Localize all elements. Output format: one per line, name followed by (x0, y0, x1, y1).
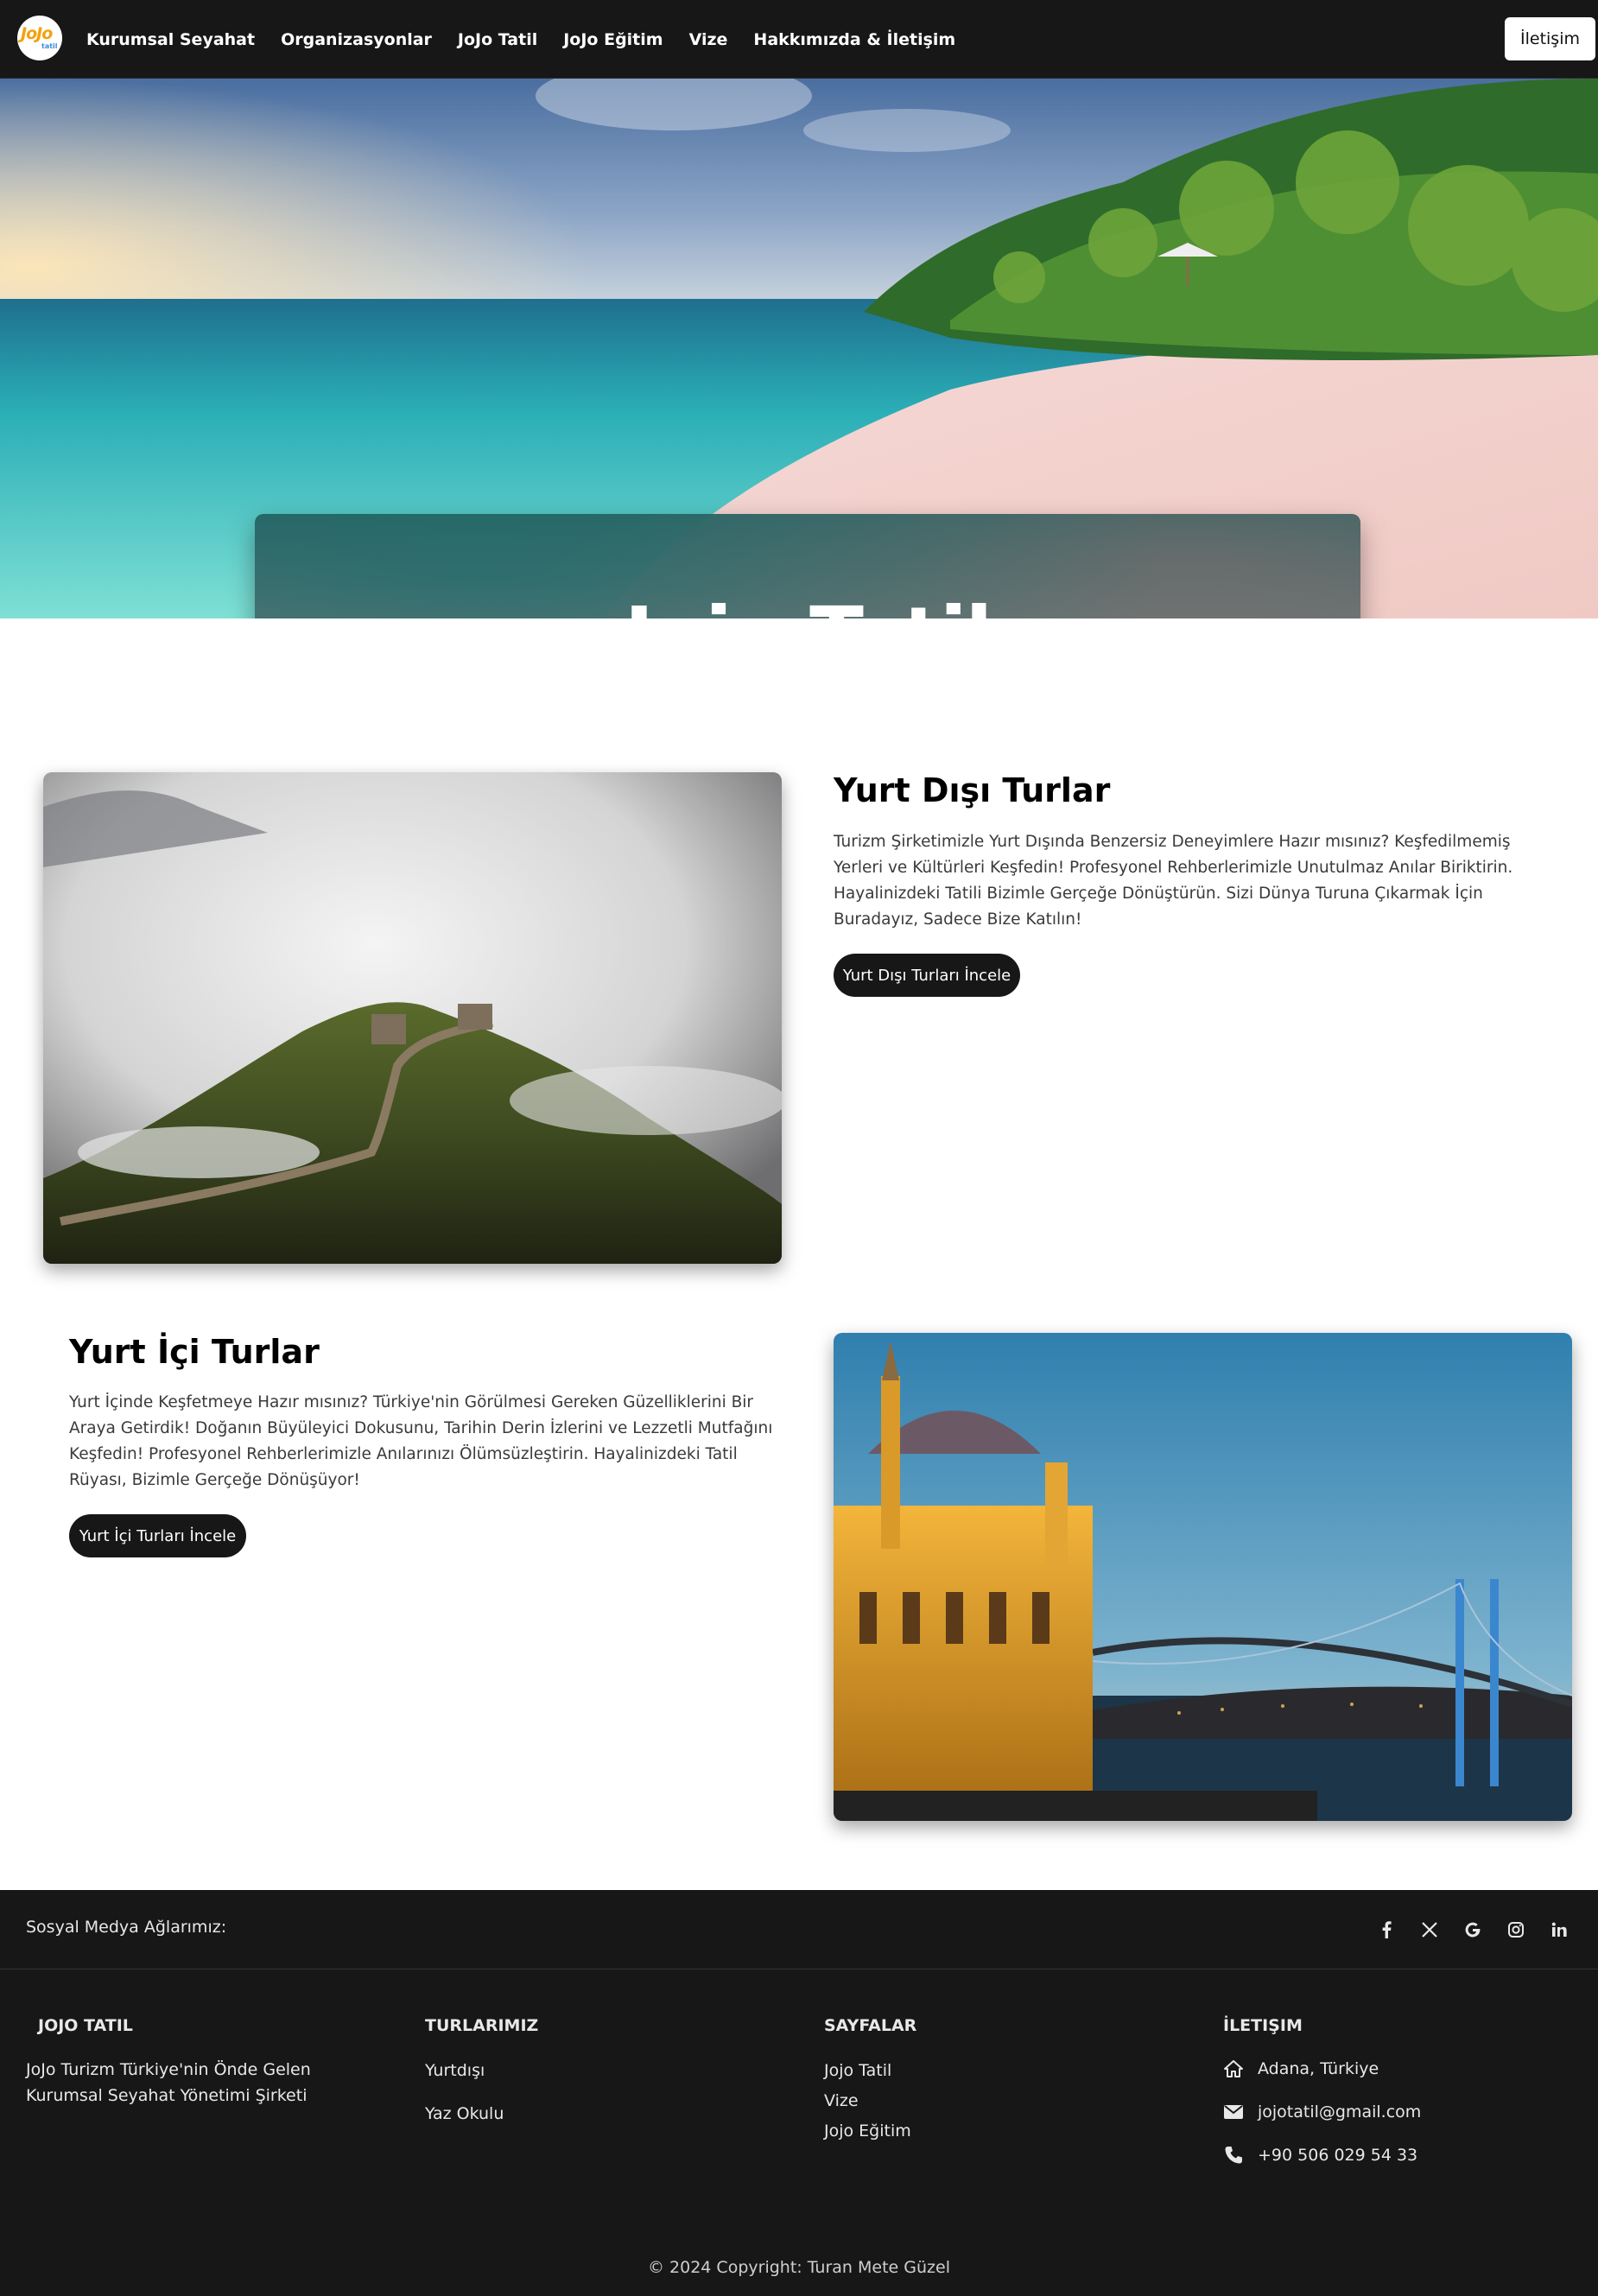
footer-link-jojo-tatil[interactable]: Jojo Tatil (824, 2061, 891, 2080)
nav-links: Kurumsal Seyahat Organizasyonlar JoJo Ta… (86, 0, 981, 79)
nav-link-organizasyonlar[interactable]: Organizasyonlar (281, 30, 432, 49)
logo-tagline: tatil (41, 42, 58, 50)
nav-link-hakkimizda[interactable]: Hakkımızda & İletişim (753, 30, 955, 49)
istanbul-mosque-image (834, 1333, 1572, 1821)
social-bar: Sosyal Medya Ağlarımız: (0, 1890, 1598, 1969)
abroad-tours-text: Turizm Şirketimizle Yurt Dışında Benzers… (834, 833, 1513, 929)
phone-icon (1223, 2145, 1244, 2166)
site-footer: Sosyal Medya Ağlarımız: JOJO TATIL JoJo … (0, 1890, 1598, 2296)
footer-phone[interactable]: +90 506 029 54 33 (1223, 2145, 1417, 2166)
abroad-tours-title: Yurt Dışı Turlar (834, 771, 1111, 809)
nav-link-jojo-tatil[interactable]: JoJo Tatil (458, 30, 537, 49)
footer-phone-text: +90 506 029 54 33 (1258, 2146, 1418, 2165)
logo-text: JoJo (21, 24, 53, 43)
copyright-text: © 2024 Copyright: Turan Mete Güzel (648, 2258, 950, 2277)
footer-col-pages-title: SAYFALAR (824, 2016, 917, 2035)
x-icon[interactable] (1408, 1914, 1451, 1945)
abroad-tours-button[interactable]: Yurt Dışı Turları İncele (834, 954, 1020, 997)
social-label: Sosyal Medya Ağlarımız: (26, 1918, 227, 1937)
envelope-icon (1223, 2102, 1244, 2122)
nav-link-jojo-egitim[interactable]: JoJo Eğitim (563, 30, 663, 49)
nav-link-vize[interactable]: Vize (689, 30, 728, 49)
footer-col-jojo-title: JOJO TATIL (38, 2016, 133, 2035)
footer-link-yaz-okulu[interactable]: Yaz Okulu (425, 2104, 504, 2123)
footer-col-contact-title: İLETIŞIM (1223, 2016, 1303, 2035)
home-icon (1223, 2058, 1244, 2079)
instagram-icon[interactable] (1494, 1914, 1538, 1945)
domestic-tours-title: Yurt İçi Turlar (69, 1333, 320, 1371)
domestic-tours-button[interactable]: Yurt İçi Turları İncele (69, 1514, 246, 1557)
great-wall-image (43, 772, 782, 1264)
hero-title-card: Jojo Tatil (255, 514, 1360, 618)
nav-link-kurumsal-seyahat[interactable]: Kurumsal Seyahat (86, 30, 255, 49)
google-icon[interactable] (1451, 1914, 1494, 1945)
contact-button[interactable]: İletişim (1505, 17, 1595, 60)
footer-company-line-1: JoJo Turizm Türkiye'nin Önde Gelen (26, 2060, 311, 2079)
hero-banner: Jojo Tatil (0, 79, 1598, 618)
footer-address: Adana, Türkiye (1223, 2058, 1379, 2079)
domestic-tours-text: Yurt İçinde Keşfetmeye Hazır mısınız? Tü… (69, 1393, 773, 1489)
footer-company-line-2: Kurumsal Seyahat Yönetimi Şirketi (26, 2086, 308, 2105)
brand-logo[interactable]: JoJo tatil (17, 16, 62, 60)
top-navbar: JoJo tatil Kurumsal Seyahat Organizasyon… (0, 0, 1598, 79)
footer-email-text: jojotatil@gmail.com (1258, 2103, 1422, 2122)
footer-address-text: Adana, Türkiye (1258, 2059, 1379, 2078)
hero-title: Jojo Tatil (255, 590, 1360, 618)
footer-email[interactable]: jojotatil@gmail.com (1223, 2102, 1421, 2122)
footer-link-vize[interactable]: Vize (824, 2091, 859, 2110)
facebook-icon[interactable] (1365, 1914, 1408, 1945)
footer-link-jojo-egitim[interactable]: Jojo Eğitim (824, 2122, 911, 2141)
footer-col-tours-title: TURLARIMIZ (425, 2016, 539, 2035)
social-icons (1365, 1914, 1581, 1945)
footer-link-yurtdisi[interactable]: Yurtdışı (425, 2061, 485, 2080)
linkedin-icon[interactable] (1538, 1914, 1581, 1945)
